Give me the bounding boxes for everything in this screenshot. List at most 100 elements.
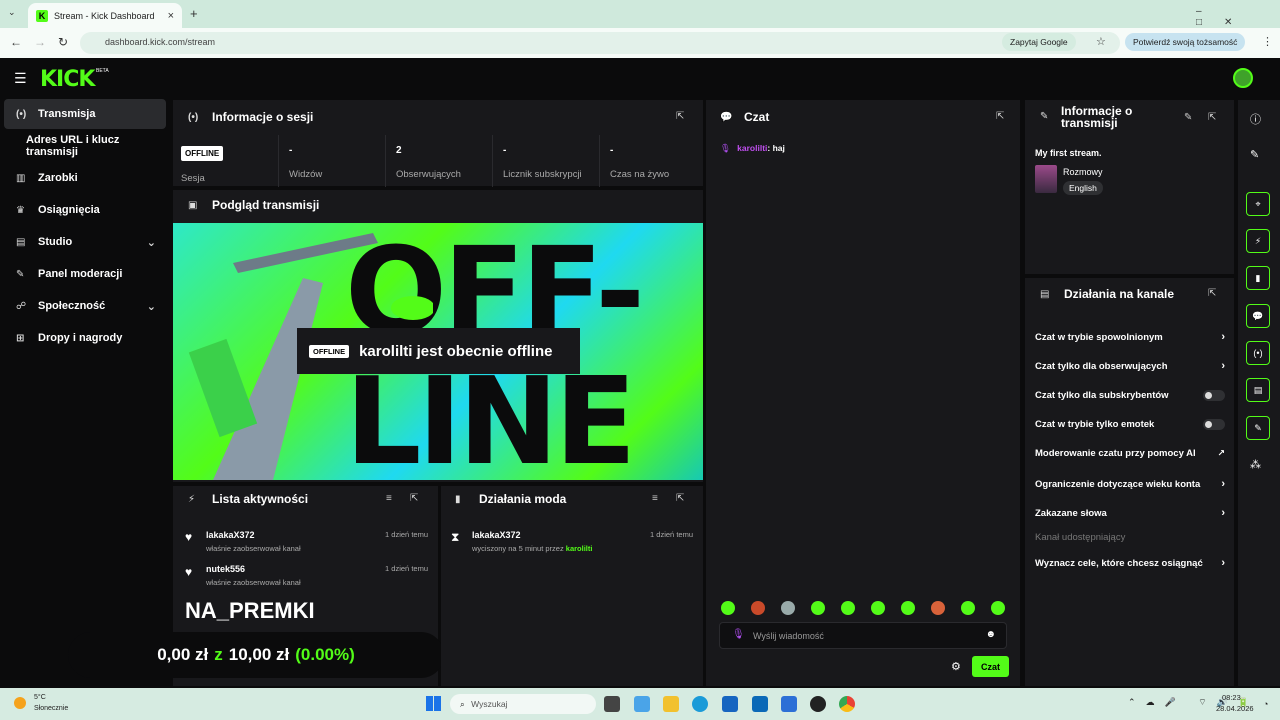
rail-channel-actions-icon[interactable]: ▤ xyxy=(1246,378,1270,402)
filter-icon[interactable]: ≡ xyxy=(652,493,658,504)
emote-icon[interactable] xyxy=(811,601,825,615)
emote-icon[interactable] xyxy=(781,601,795,615)
emote-icon[interactable] xyxy=(931,601,945,615)
clock-time[interactable]: 08:23 xyxy=(1222,693,1241,702)
emote-icon[interactable] xyxy=(841,601,855,615)
sidebar-item-spolecznosc[interactable]: ☍ Społeczność ⌄ xyxy=(4,291,166,321)
emote-icon[interactable] xyxy=(871,601,885,615)
popout-icon[interactable]: ⇱ xyxy=(1208,288,1216,299)
broadcast-icon: (•) xyxy=(188,111,199,123)
popout-icon[interactable]: ⇱ xyxy=(410,493,418,504)
weather-temp[interactable]: 5°C xyxy=(34,694,46,701)
info-icon[interactable]: ⓘ xyxy=(1250,111,1261,127)
verify-identity-button[interactable]: Potwierdź swoją tożsamość xyxy=(1125,33,1246,51)
rail-activity-icon[interactable]: ⚡ xyxy=(1246,229,1270,253)
heart-icon: ♥ xyxy=(185,530,193,544)
chevron-down-icon: ⌄ xyxy=(146,236,156,249)
chat-input[interactable]: 🎙 Wyślij wiadomość ☻ xyxy=(719,622,1007,649)
file-explorer-icon[interactable] xyxy=(663,696,679,712)
action-slow-mode[interactable]: Czat w trybie spowolnionym › xyxy=(1035,331,1225,343)
wrench-icon: ✎ xyxy=(16,268,25,280)
stream-info-header: ✎ Informacje o transmisji xyxy=(1040,104,1133,130)
action-banned-words[interactable]: Zakazane słowa › xyxy=(1035,507,1225,519)
rail-broadcast-icon[interactable]: (•) xyxy=(1246,341,1270,365)
action-account-age[interactable]: Ograniczenie dotyczące wieku konta › xyxy=(1035,478,1225,490)
emoji-picker-icon[interactable]: ☻ xyxy=(985,629,996,640)
rail-mod-icon[interactable]: ▮ xyxy=(1246,266,1270,290)
emote-only-toggle[interactable] xyxy=(1203,419,1225,430)
browser-tab[interactable]: K Stream - Kick Dashboard × xyxy=(28,3,182,28)
forward-icon[interactable]: → xyxy=(34,35,46,49)
list-item: ⧗ lakakaX372 wyciszony na 5 minut przez … xyxy=(451,530,693,553)
chrome-icon[interactable] xyxy=(839,696,855,712)
chevron-down-icon: ⌄ xyxy=(146,300,156,313)
widgets-icon[interactable] xyxy=(634,696,650,712)
emote-icon[interactable] xyxy=(961,601,975,615)
activity-list-header: ⚡ Lista aktywności xyxy=(188,492,309,506)
action-subscribers-only: Czat tylko dla subskrybentów xyxy=(1035,390,1225,401)
app-header xyxy=(0,58,1280,98)
sidebar-item-dropy[interactable]: ⊞ Dropy i nagrody xyxy=(4,323,166,353)
store-icon[interactable] xyxy=(781,696,797,712)
start-windows-icon[interactable] xyxy=(426,696,441,711)
rail-chat-icon[interactable]: 💬 xyxy=(1246,304,1270,328)
obs-icon[interactable] xyxy=(810,696,826,712)
new-tab-button[interactable]: + xyxy=(190,6,198,21)
back-icon[interactable]: ← xyxy=(10,35,22,49)
edge-icon[interactable] xyxy=(692,696,708,712)
subscribers-only-toggle[interactable] xyxy=(1203,390,1225,401)
sidebar-item-studio[interactable]: ▤ Studio ⌄ xyxy=(4,227,166,257)
user-avatar[interactable] xyxy=(1233,68,1253,88)
sidebar-item-stream-url-key[interactable]: Adres URL i klucz transmisji xyxy=(4,131,166,161)
mic-icon: 🎙 xyxy=(732,629,745,640)
rail-wrench-icon[interactable]: ✎ xyxy=(1246,416,1270,440)
edit-pencil-icon[interactable]: ✎ xyxy=(1250,148,1259,161)
bookmark-star-icon[interactable]: ☆ xyxy=(1096,35,1106,48)
emote-icon[interactable] xyxy=(991,601,1005,615)
popout-icon[interactable]: ⇱ xyxy=(996,111,1004,122)
sidebar-item-panel-moderacji[interactable]: ✎ Panel moderacji xyxy=(4,259,166,289)
emote-icon[interactable] xyxy=(901,601,915,615)
hamburger-menu-icon[interactable]: ☰ xyxy=(14,70,27,87)
emote-icon[interactable] xyxy=(721,601,735,615)
browser-menu-icon[interactable]: ⋮ xyxy=(1262,35,1273,48)
rail-more-icon[interactable]: ⁂ xyxy=(1250,458,1261,471)
tab-list-button[interactable]: ⌄ xyxy=(8,7,16,18)
close-tab-icon[interactable]: × xyxy=(168,10,174,22)
sidebar-item-zarobki[interactable]: ▥ Zarobki xyxy=(4,163,166,193)
popout-icon[interactable]: ⇱ xyxy=(676,493,684,504)
task-view-icon[interactable] xyxy=(604,696,620,712)
ask-google-button[interactable]: Zapytaj Google xyxy=(1002,33,1076,51)
chat-panel xyxy=(706,100,1020,686)
notification-icon[interactable]: ◔ xyxy=(1263,699,1268,709)
sidebar-item-transmisja[interactable]: (•) Transmisja xyxy=(4,99,166,129)
popout-icon[interactable]: ⇱ xyxy=(1208,112,1216,123)
outlook-icon[interactable] xyxy=(722,696,738,712)
address-bar[interactable]: dashboard.kick.com/stream xyxy=(80,32,1120,54)
chat-send-button[interactable]: Czat xyxy=(972,656,1009,677)
search-icon: ⌕ xyxy=(460,699,465,709)
chevron-right-icon: › xyxy=(1221,507,1225,519)
dell-icon[interactable] xyxy=(752,696,768,712)
chevron-right-icon: › xyxy=(1221,478,1225,490)
channel-actions-header: ▤ Działania na kanale xyxy=(1040,287,1175,301)
action-set-goals[interactable]: Wyznacz cele, które chcesz osiągnąć › xyxy=(1035,557,1225,569)
document-icon: ▮ xyxy=(455,493,461,505)
lightning-icon: ⚡ xyxy=(188,493,196,505)
action-followers-only[interactable]: Czat tylko dla obserwujących › xyxy=(1035,360,1225,372)
kick-logo[interactable]: KICK xyxy=(40,67,95,92)
rail-session-icon[interactable]: ⌖ xyxy=(1246,192,1270,216)
emote-icon[interactable] xyxy=(751,601,765,615)
window-controls[interactable]: –□✕ xyxy=(1196,6,1280,28)
sidebar-item-osiagniecia[interactable]: ♛ Osiągnięcia xyxy=(4,195,166,225)
category-name[interactable]: Rozmowy xyxy=(1063,167,1103,177)
taskbar-search[interactable]: ⌕ Wyszukaj xyxy=(450,694,596,714)
language-badge: English xyxy=(1063,181,1103,195)
action-ai-moderation[interactable]: Moderowanie czatu przy pomocy AI ↗ xyxy=(1035,448,1225,459)
popout-icon[interactable]: ⇱ xyxy=(676,111,684,122)
mic-icon: 🎙 xyxy=(720,143,731,153)
filter-icon[interactable]: ≡ xyxy=(386,493,392,504)
reload-icon[interactable]: ↻ xyxy=(58,35,68,49)
chat-settings-icon[interactable]: ⚙ xyxy=(951,660,961,673)
edit-pencil-icon[interactable]: ✎ xyxy=(1184,112,1192,123)
